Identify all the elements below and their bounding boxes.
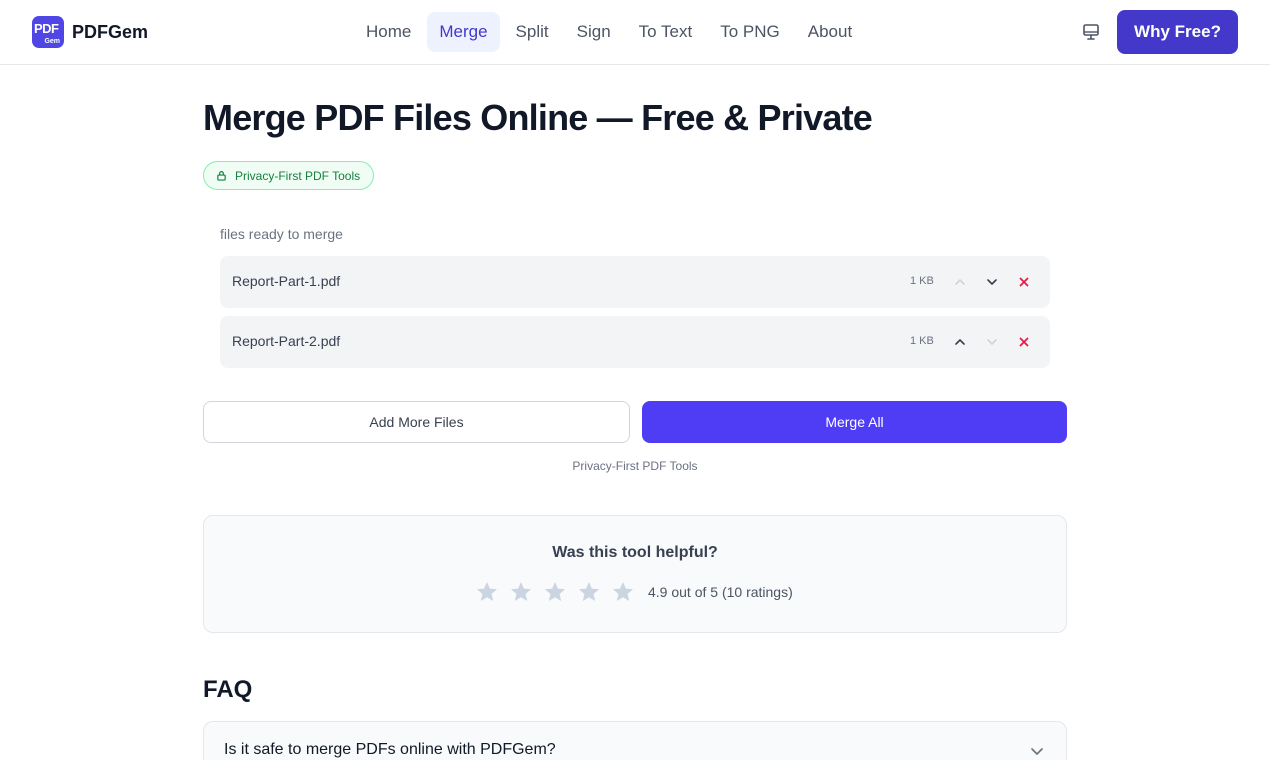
add-more-files-button[interactable]: Add More Files	[203, 401, 630, 443]
move-down-button[interactable]	[980, 330, 1004, 354]
nav-split[interactable]: Split	[504, 12, 561, 52]
move-up-button[interactable]	[948, 270, 972, 294]
chevron-down-icon	[1028, 742, 1046, 760]
move-down-button[interactable]	[980, 270, 1004, 294]
file-size: 1 KB	[910, 335, 934, 347]
star-icon	[613, 582, 633, 601]
faq-item[interactable]: Is it safe to merge PDFs online with PDF…	[203, 721, 1067, 760]
close-icon	[1019, 277, 1029, 287]
file-name: Report-Part-1.pdf	[232, 273, 341, 289]
why-free-button[interactable]: Why Free?	[1117, 10, 1238, 54]
file-row: Report-Part-1.pdf 1 KB	[220, 256, 1050, 308]
page-title: Merge PDF Files Online — Free & Private	[203, 97, 873, 138]
chevron-up-icon	[955, 339, 965, 345]
logo-line1: PDF	[34, 21, 59, 36]
privacy-footnote: Privacy-First PDF Tools	[572, 459, 698, 473]
files-count-label: files ready to merge	[220, 226, 343, 242]
rating-summary: 4.9 out of 5 (10 ratings)	[648, 584, 793, 600]
logo-line2: Gem	[44, 38, 60, 45]
star-5-button[interactable]	[606, 577, 640, 607]
star-4-button[interactable]	[572, 577, 606, 607]
nav-merge[interactable]: Merge	[427, 12, 500, 52]
star-icon	[511, 582, 531, 601]
remove-file-button[interactable]	[1012, 330, 1036, 354]
faq-title: FAQ	[203, 676, 253, 703]
star-rating	[470, 577, 640, 607]
monitor-icon	[1083, 24, 1099, 40]
remove-file-button[interactable]	[1012, 270, 1036, 294]
site-header: PDF Gem PDFGem Home Merge Split Sign To …	[0, 0, 1270, 65]
privacy-badge-label: Privacy-First PDF Tools	[235, 168, 361, 183]
brand-name: PDFGem	[72, 21, 149, 42]
nav-sign[interactable]: Sign	[565, 12, 623, 52]
chevron-down-icon	[987, 279, 997, 285]
nav-to-text[interactable]: To Text	[627, 12, 705, 52]
star-1-button[interactable]	[470, 577, 504, 607]
close-icon	[1019, 337, 1029, 347]
nav-to-png[interactable]: To PNG	[708, 12, 792, 52]
chevron-up-icon	[955, 279, 965, 285]
file-size: 1 KB	[910, 275, 934, 287]
main-nav: Home Merge Split Sign To Text To PNG Abo…	[354, 12, 868, 52]
nav-home[interactable]: Home	[354, 12, 423, 52]
star-icon	[477, 582, 497, 601]
star-2-button[interactable]	[504, 577, 538, 607]
move-up-button[interactable]	[948, 330, 972, 354]
lock-icon	[216, 170, 227, 181]
rating-card: Was this tool helpful? 4.9 out of 5 (10 …	[203, 515, 1067, 633]
star-icon	[579, 582, 599, 601]
merge-all-button[interactable]: Merge All	[642, 401, 1067, 443]
privacy-badge: Privacy-First PDF Tools	[203, 161, 375, 190]
chevron-down-icon	[987, 339, 997, 345]
file-row: Report-Part-2.pdf 1 KB	[220, 316, 1050, 368]
nav-about[interactable]: About	[796, 12, 864, 52]
theme-toggle-button[interactable]	[1078, 20, 1104, 44]
star-icon	[545, 582, 565, 601]
brand-logo[interactable]: PDF Gem PDFGem	[32, 16, 148, 48]
star-3-button[interactable]	[538, 577, 572, 607]
file-name: Report-Part-2.pdf	[232, 333, 341, 349]
rating-question: Was this tool helpful?	[552, 544, 718, 561]
logo-badge-icon: PDF Gem	[32, 16, 64, 48]
faq-question: Is it safe to merge PDFs online with PDF…	[224, 741, 556, 758]
